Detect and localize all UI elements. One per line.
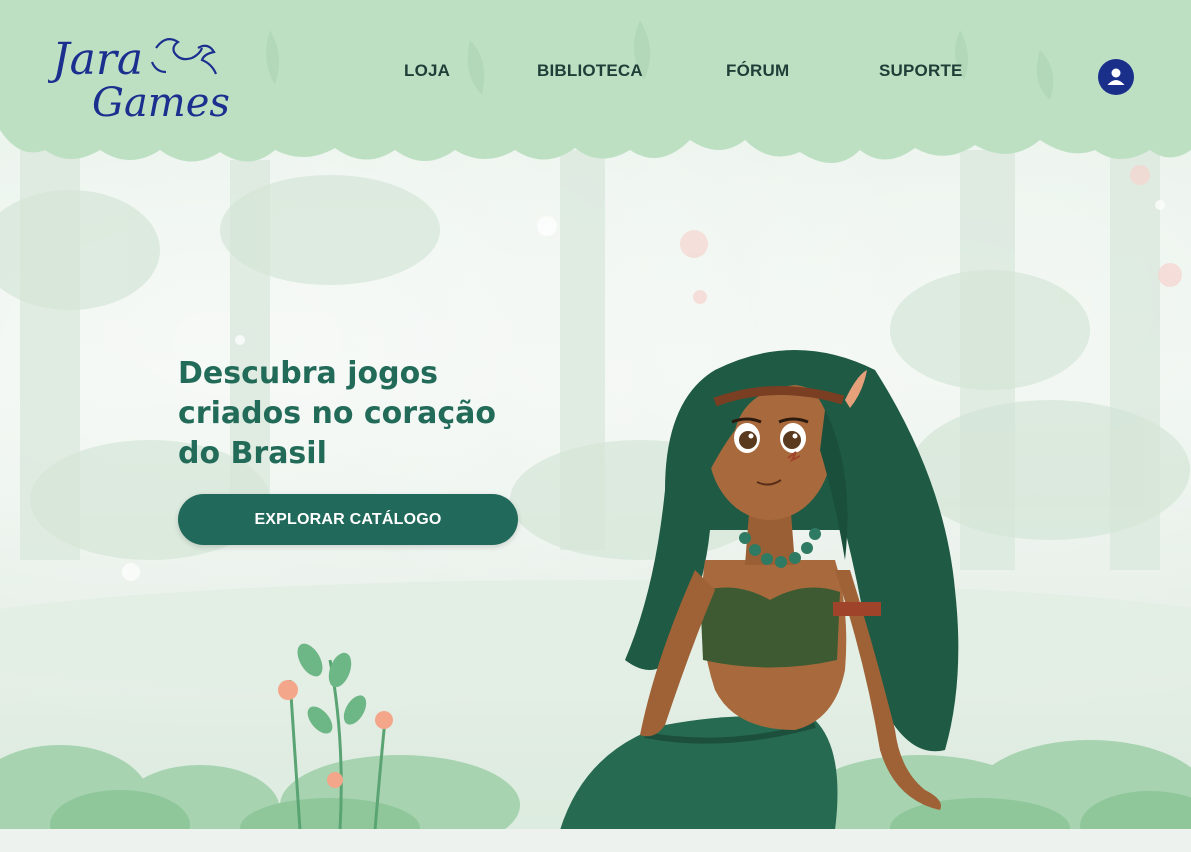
user-account-button[interactable] [1098, 59, 1134, 95]
nav-link-forum[interactable]: FÓRUM [726, 61, 789, 81]
mermaid-illustration [560, 350, 959, 830]
svg-text:Games: Games [92, 80, 230, 126]
nav-link-biblioteca[interactable]: BIBLIOTECA [537, 61, 643, 81]
page-bottom-strip [0, 829, 1191, 852]
nav-link-suporte[interactable]: SUPORTE [879, 61, 963, 81]
site-header: Jara Games LOJA BIBLIOTECA FÓRUM SUPORTE [0, 0, 1191, 175]
user-account-icon [1107, 68, 1125, 85]
explore-catalog-button[interactable]: EXPLORAR CATÁLOGO [178, 494, 518, 545]
nav-link-loja[interactable]: LOJA [404, 61, 450, 81]
hero-headline: Descubra jogos criados no coração do Bra… [178, 356, 496, 471]
main-navigation: LOJA BIBLIOTECA FÓRUM SUPORTE [0, 61, 1191, 85]
